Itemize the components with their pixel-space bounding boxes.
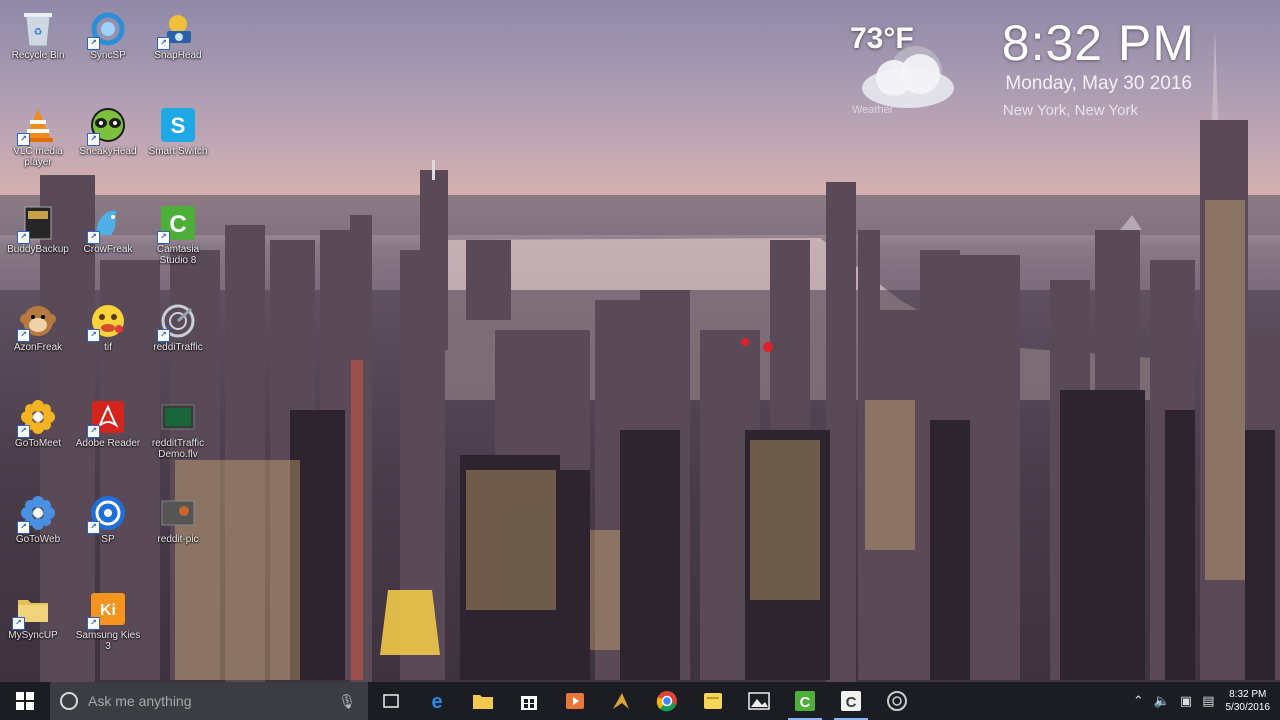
desktop-icon-adobe-reader[interactable]: ↗ Adobe Reader bbox=[75, 390, 141, 474]
taskbar-edge[interactable]: e bbox=[414, 682, 460, 720]
desktop-icon-camtasia[interactable]: C ↗ Camtasia Studio 8 bbox=[145, 196, 211, 280]
snaphead-icon: ↗ bbox=[157, 10, 197, 50]
taskbar-task-view[interactable] bbox=[368, 682, 414, 720]
clock-date: Monday, May 30 2016 bbox=[1005, 73, 1192, 94]
smart-switch-icon: S bbox=[159, 106, 197, 144]
camtasia-icon: C bbox=[795, 691, 815, 711]
taskbar-file-explorer[interactable] bbox=[460, 682, 506, 720]
desktop-icon-buddy-backup[interactable]: ↗ BuddyBackup bbox=[5, 196, 71, 280]
sp-icon: ↗ bbox=[87, 494, 127, 534]
svg-text:Ki: Ki bbox=[100, 602, 116, 619]
microphone-icon[interactable]: 🎙 bbox=[338, 693, 356, 710]
recycle-bin-icon: ♻ bbox=[19, 10, 57, 48]
sneakyhead-icon: ↗ bbox=[87, 106, 127, 146]
cortana-icon bbox=[60, 692, 78, 710]
redditraffic-icon bbox=[887, 691, 907, 711]
taskbar: Ask me anything 🎙 e C C ⌃ 🔈 ▣ ▤ 8:32 PM … bbox=[0, 682, 1280, 720]
folder-icon: ↗ bbox=[12, 590, 52, 630]
svg-text:S: S bbox=[171, 113, 186, 138]
photos-icon bbox=[748, 692, 770, 710]
notes-icon bbox=[704, 693, 722, 709]
winamp-icon bbox=[613, 693, 629, 709]
svg-text:C: C bbox=[846, 694, 857, 711]
tray-clock[interactable]: 8:32 PM 5/30/2016 bbox=[1220, 688, 1280, 714]
desktop-icon-snaphead[interactable]: ↗ SnapHead bbox=[145, 2, 211, 86]
video-file-icon bbox=[159, 398, 197, 436]
azonfreak-icon: ↗ bbox=[17, 302, 57, 342]
taskbar-camtasia-recorder[interactable]: C bbox=[828, 682, 874, 720]
gotowebinar-icon: ↗ bbox=[17, 494, 57, 534]
desktop-icon-gotowebinar[interactable]: ↗ GoToWeb bbox=[5, 486, 71, 570]
cortana-search-box[interactable]: Ask me anything 🎙 bbox=[50, 682, 368, 720]
svg-text:C: C bbox=[800, 694, 811, 711]
task-view-icon bbox=[383, 694, 399, 708]
taskbar-redditraffic[interactable] bbox=[874, 682, 920, 720]
desktop-icon-gotomeeting[interactable]: ↗ GoToMeet bbox=[5, 390, 71, 474]
taskbar-store[interactable] bbox=[506, 682, 552, 720]
syncsp-icon: ↗ bbox=[87, 10, 127, 50]
folder-icon bbox=[473, 695, 493, 709]
start-button[interactable] bbox=[0, 682, 50, 720]
desktop-icon-syncsp[interactable]: ↗ SyncSP bbox=[75, 2, 141, 86]
tray-date: 5/30/2016 bbox=[1225, 702, 1271, 713]
taskbar-sticky-notes[interactable] bbox=[690, 682, 736, 720]
desktop-icon-vlc[interactable]: ↗ VLC media player bbox=[5, 98, 71, 182]
image-file-icon bbox=[159, 494, 197, 532]
volume-icon[interactable]: 🔈 bbox=[1149, 693, 1175, 709]
desktop-icon-redditraffic-demo[interactable]: redditTraffic Demo.flv bbox=[145, 390, 211, 474]
svg-text:♻: ♻ bbox=[34, 27, 43, 38]
desktop-icon-samsung-kies[interactable]: Ki ↗ Samsung Kies 3 bbox=[75, 582, 141, 666]
desktop-icon-tif[interactable]: ↗ tif bbox=[75, 294, 141, 378]
desktop-icon-crowfreak[interactable]: ↗ CrowFreak bbox=[75, 196, 141, 280]
desktop-icon-sneakyhead[interactable]: ↗ SneakyHead bbox=[75, 98, 141, 182]
desktop-icon-reddit-pic[interactable]: reddit-pic bbox=[145, 486, 211, 570]
desktop-icon-azonfreak[interactable]: ↗ AzonFreak bbox=[5, 294, 71, 378]
buddy-backup-icon: ↗ bbox=[17, 204, 57, 244]
camtasia-icon: C ↗ bbox=[157, 204, 197, 244]
kies-icon: Ki ↗ bbox=[87, 590, 127, 630]
gotomeeting-icon: ↗ bbox=[17, 398, 57, 438]
edge-icon: e bbox=[431, 691, 442, 712]
desktop-icon-sp[interactable]: ↗ SP bbox=[75, 486, 141, 570]
adobe-reader-icon: ↗ bbox=[87, 398, 127, 438]
windows-logo-icon bbox=[16, 692, 34, 710]
weather-caption: Weather bbox=[852, 104, 894, 116]
camtasia-recorder-icon: C bbox=[841, 691, 861, 711]
vlc-icon: ↗ bbox=[17, 106, 57, 146]
desktop-icon-mysyncup[interactable]: ↗ MySyncUP bbox=[0, 582, 66, 666]
desktop-icon-redditraffic[interactable]: ↗ reddiTraffic bbox=[145, 294, 211, 378]
desktop-icon-recycle-bin[interactable]: ♻ Recycle Bin bbox=[5, 2, 71, 86]
weather-temperature: 73°F bbox=[850, 22, 914, 55]
tray-time: 8:32 PM bbox=[1229, 689, 1267, 700]
taskbar-camtasia-studio[interactable]: C bbox=[782, 682, 828, 720]
action-center-icon[interactable]: ▤ bbox=[1197, 693, 1219, 709]
store-icon bbox=[521, 696, 537, 710]
taskbar-photos[interactable] bbox=[736, 682, 782, 720]
svg-text:C: C bbox=[169, 211, 186, 238]
desktop-icon-smart-switch[interactable]: S Smart Switch bbox=[145, 98, 211, 182]
clock-time: 8:32 PM bbox=[1001, 15, 1195, 71]
emoji-icon: ↗ bbox=[87, 302, 127, 342]
svg-text:e: e bbox=[431, 691, 442, 712]
taskbar-winamp[interactable] bbox=[598, 682, 644, 720]
clock-location: New York, New York bbox=[1002, 102, 1138, 119]
search-placeholder: Ask me anything bbox=[88, 693, 192, 709]
taskbar-chrome[interactable] bbox=[644, 682, 690, 720]
redditraffic-icon: ↗ bbox=[157, 302, 197, 342]
system-tray: ⌃ 🔈 ▣ ▤ 8:32 PM 5/30/2016 bbox=[1128, 682, 1280, 720]
chrome-icon bbox=[656, 691, 677, 712]
show-hidden-icons-icon[interactable]: ⌃ bbox=[1128, 693, 1149, 709]
network-icon[interactable]: ▣ bbox=[1175, 693, 1197, 709]
crowfreak-icon: ↗ bbox=[87, 204, 127, 244]
media-icon bbox=[566, 693, 584, 709]
taskbar-media-player[interactable] bbox=[552, 682, 598, 720]
